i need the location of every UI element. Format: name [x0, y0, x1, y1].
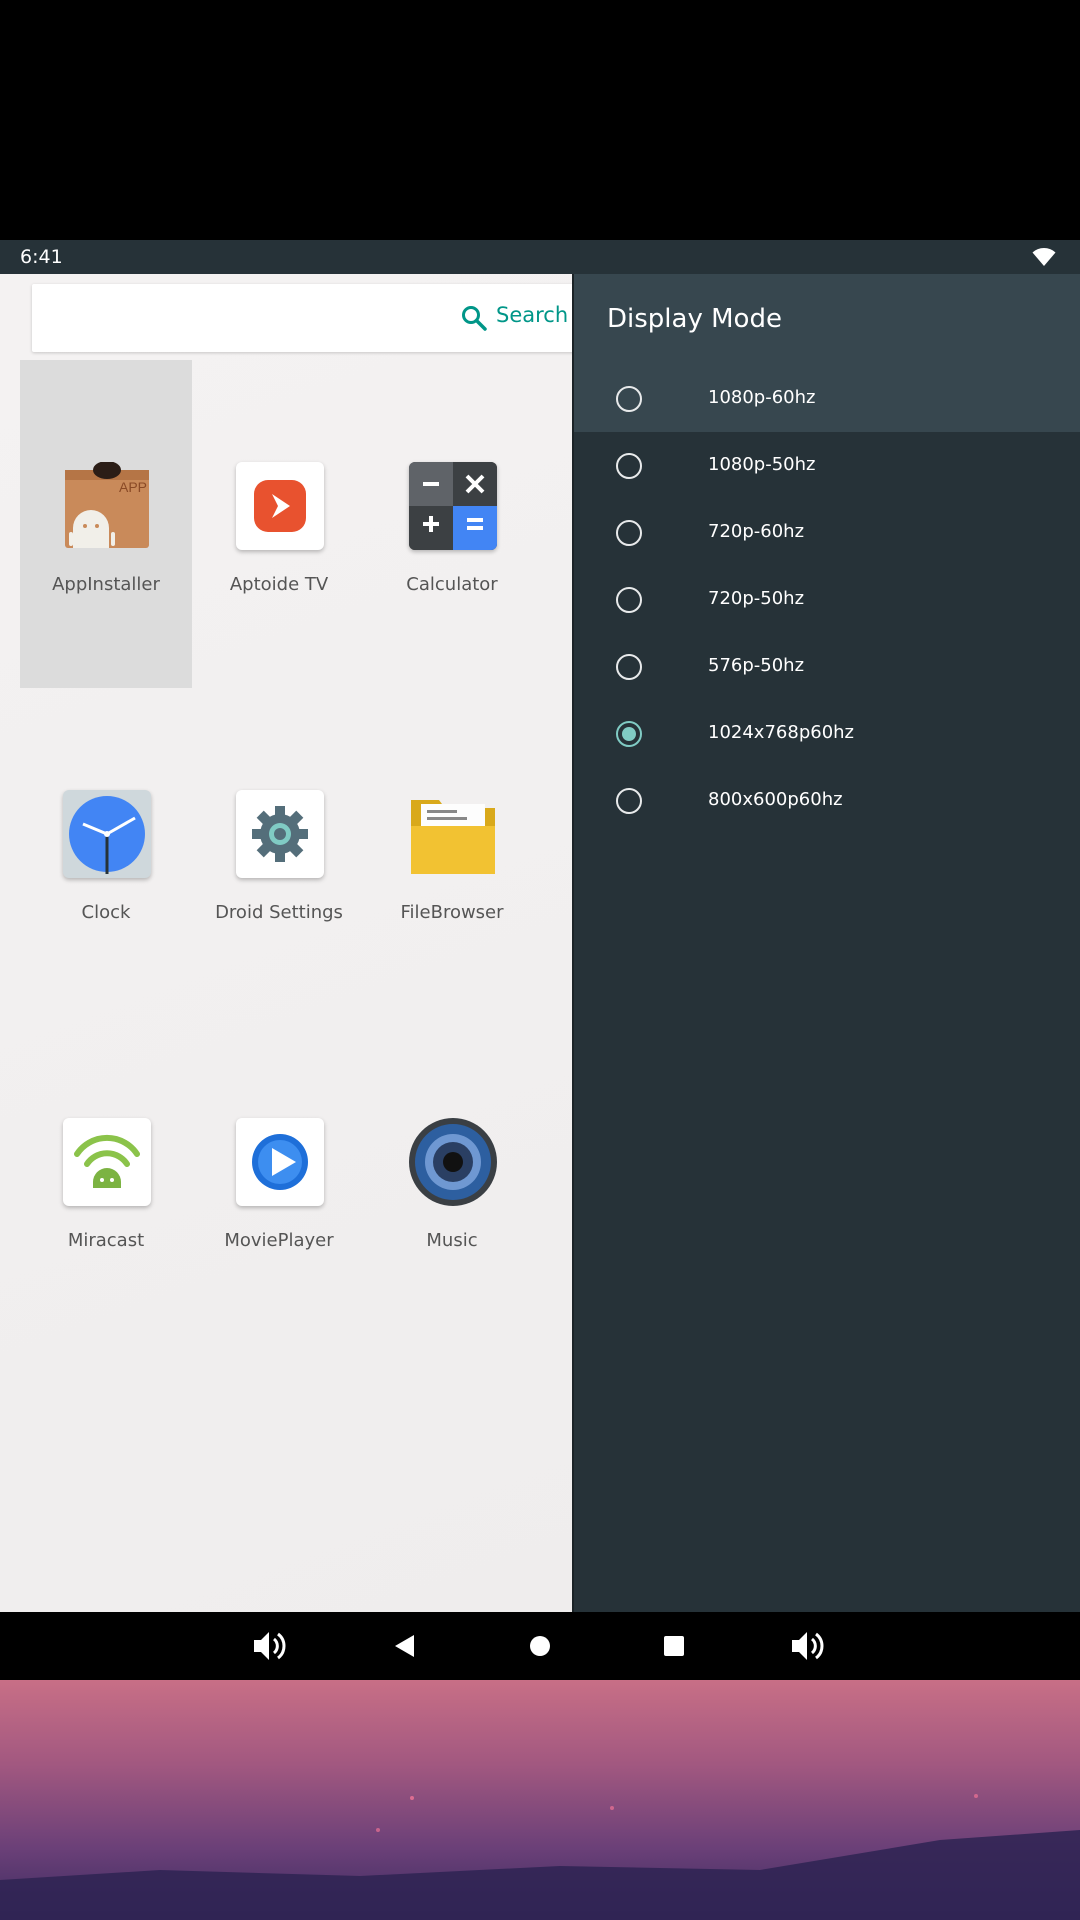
- back-triangle-icon: [395, 1635, 414, 1657]
- search-label: Search a: [496, 303, 574, 327]
- mode-option-720p-60hz[interactable]: 720p-60hz: [574, 500, 1080, 566]
- radio-button-checked[interactable]: [616, 721, 642, 747]
- miracast-icon: [63, 1118, 151, 1206]
- volume-icon: [254, 1632, 286, 1660]
- speaker-icon: [409, 1118, 497, 1206]
- display-mode-panel: Display Mode 1080p-60hz 1080p-50hz 720p-…: [574, 274, 1080, 1612]
- movie-player-icon: [236, 1118, 324, 1206]
- mode-option-1080p-50hz[interactable]: 1080p-50hz: [574, 433, 1080, 499]
- panel-title: Display Mode: [607, 304, 782, 334]
- app-label: Aptoide TV: [229, 574, 329, 595]
- app-appinstaller[interactable]: APP AppInstaller: [20, 360, 192, 688]
- app-droid-settings[interactable]: Droid Settings: [193, 688, 365, 1016]
- mode-option-800x600p60hz[interactable]: 800x600p60hz: [574, 768, 1080, 834]
- volume-up-button[interactable]: [788, 1626, 828, 1666]
- radio-button[interactable]: [616, 453, 642, 479]
- mode-option-1024x768p60hz[interactable]: 1024x768p60hz: [574, 701, 1080, 767]
- settings-gear-icon: [236, 790, 324, 878]
- mode-option-576p-50hz[interactable]: 576p-50hz: [574, 634, 1080, 700]
- mode-label: 800x600p60hz: [708, 789, 843, 810]
- search-icon: [462, 306, 487, 331]
- mode-option-720p-50hz[interactable]: 720p-50hz: [574, 567, 1080, 633]
- top-black-area: [0, 0, 1080, 240]
- radio-button[interactable]: [616, 587, 642, 613]
- status-bar: 6:41: [0, 240, 1080, 274]
- app-calculator[interactable]: Calculator: [366, 360, 538, 688]
- radio-button[interactable]: [616, 386, 642, 412]
- calculator-icon: [409, 462, 497, 550]
- mode-label: 1080p-60hz: [708, 387, 816, 408]
- app-label: Calculator: [406, 574, 498, 595]
- status-time: 6:41: [20, 246, 63, 268]
- app-movieplayer[interactable]: MoviePlayer: [193, 1016, 365, 1344]
- mode-label: 576p-50hz: [708, 655, 805, 676]
- app-drawer: Search a APP AppInstaller Apt: [0, 274, 574, 1612]
- app-label: FileBrowser: [400, 902, 504, 923]
- aptoide-tv-icon: [236, 462, 324, 550]
- wifi-icon: [1032, 248, 1056, 266]
- mode-option-1080p-60hz[interactable]: 1080p-60hz: [574, 366, 1080, 432]
- navigation-bar: [0, 1612, 1080, 1680]
- app-label: AppInstaller: [52, 574, 160, 595]
- home-circle-icon: [530, 1636, 550, 1656]
- clock-icon: [63, 790, 151, 878]
- recents-square-icon: [664, 1636, 684, 1656]
- volume-down-button[interactable]: [250, 1626, 290, 1666]
- panel-header: Display Mode: [574, 274, 1080, 366]
- radio-button[interactable]: [616, 788, 642, 814]
- app-music[interactable]: Music: [366, 1016, 538, 1344]
- volume-icon: [792, 1632, 824, 1660]
- svg-text:APP: APP: [119, 479, 147, 495]
- wallpaper: [0, 1680, 1080, 1920]
- appinstaller-icon: APP: [63, 462, 151, 550]
- mode-label: 720p-50hz: [708, 588, 805, 609]
- recents-button[interactable]: [654, 1626, 694, 1666]
- app-label: Droid Settings: [215, 902, 343, 923]
- radio-button[interactable]: [616, 654, 642, 680]
- app-label: MoviePlayer: [224, 1230, 334, 1251]
- home-button[interactable]: [520, 1626, 560, 1666]
- mode-label: 1080p-50hz: [708, 454, 816, 475]
- app-filebrowser[interactable]: FileBrowser: [366, 688, 538, 1016]
- app-clock[interactable]: Clock: [20, 688, 192, 1016]
- back-button[interactable]: [384, 1626, 424, 1666]
- mountain-silhouette: [0, 1794, 1080, 1920]
- folder-icon: [409, 790, 497, 878]
- mode-label: 720p-60hz: [708, 521, 805, 542]
- search-bar[interactable]: Search a: [32, 284, 574, 352]
- app-label: Clock: [81, 902, 131, 923]
- app-label: Music: [426, 1230, 478, 1251]
- app-label: Miracast: [67, 1230, 145, 1251]
- app-miracast[interactable]: Miracast: [20, 1016, 192, 1344]
- mode-label: 1024x768p60hz: [708, 722, 855, 743]
- app-aptoide-tv[interactable]: Aptoide TV: [193, 360, 365, 688]
- radio-button[interactable]: [616, 520, 642, 546]
